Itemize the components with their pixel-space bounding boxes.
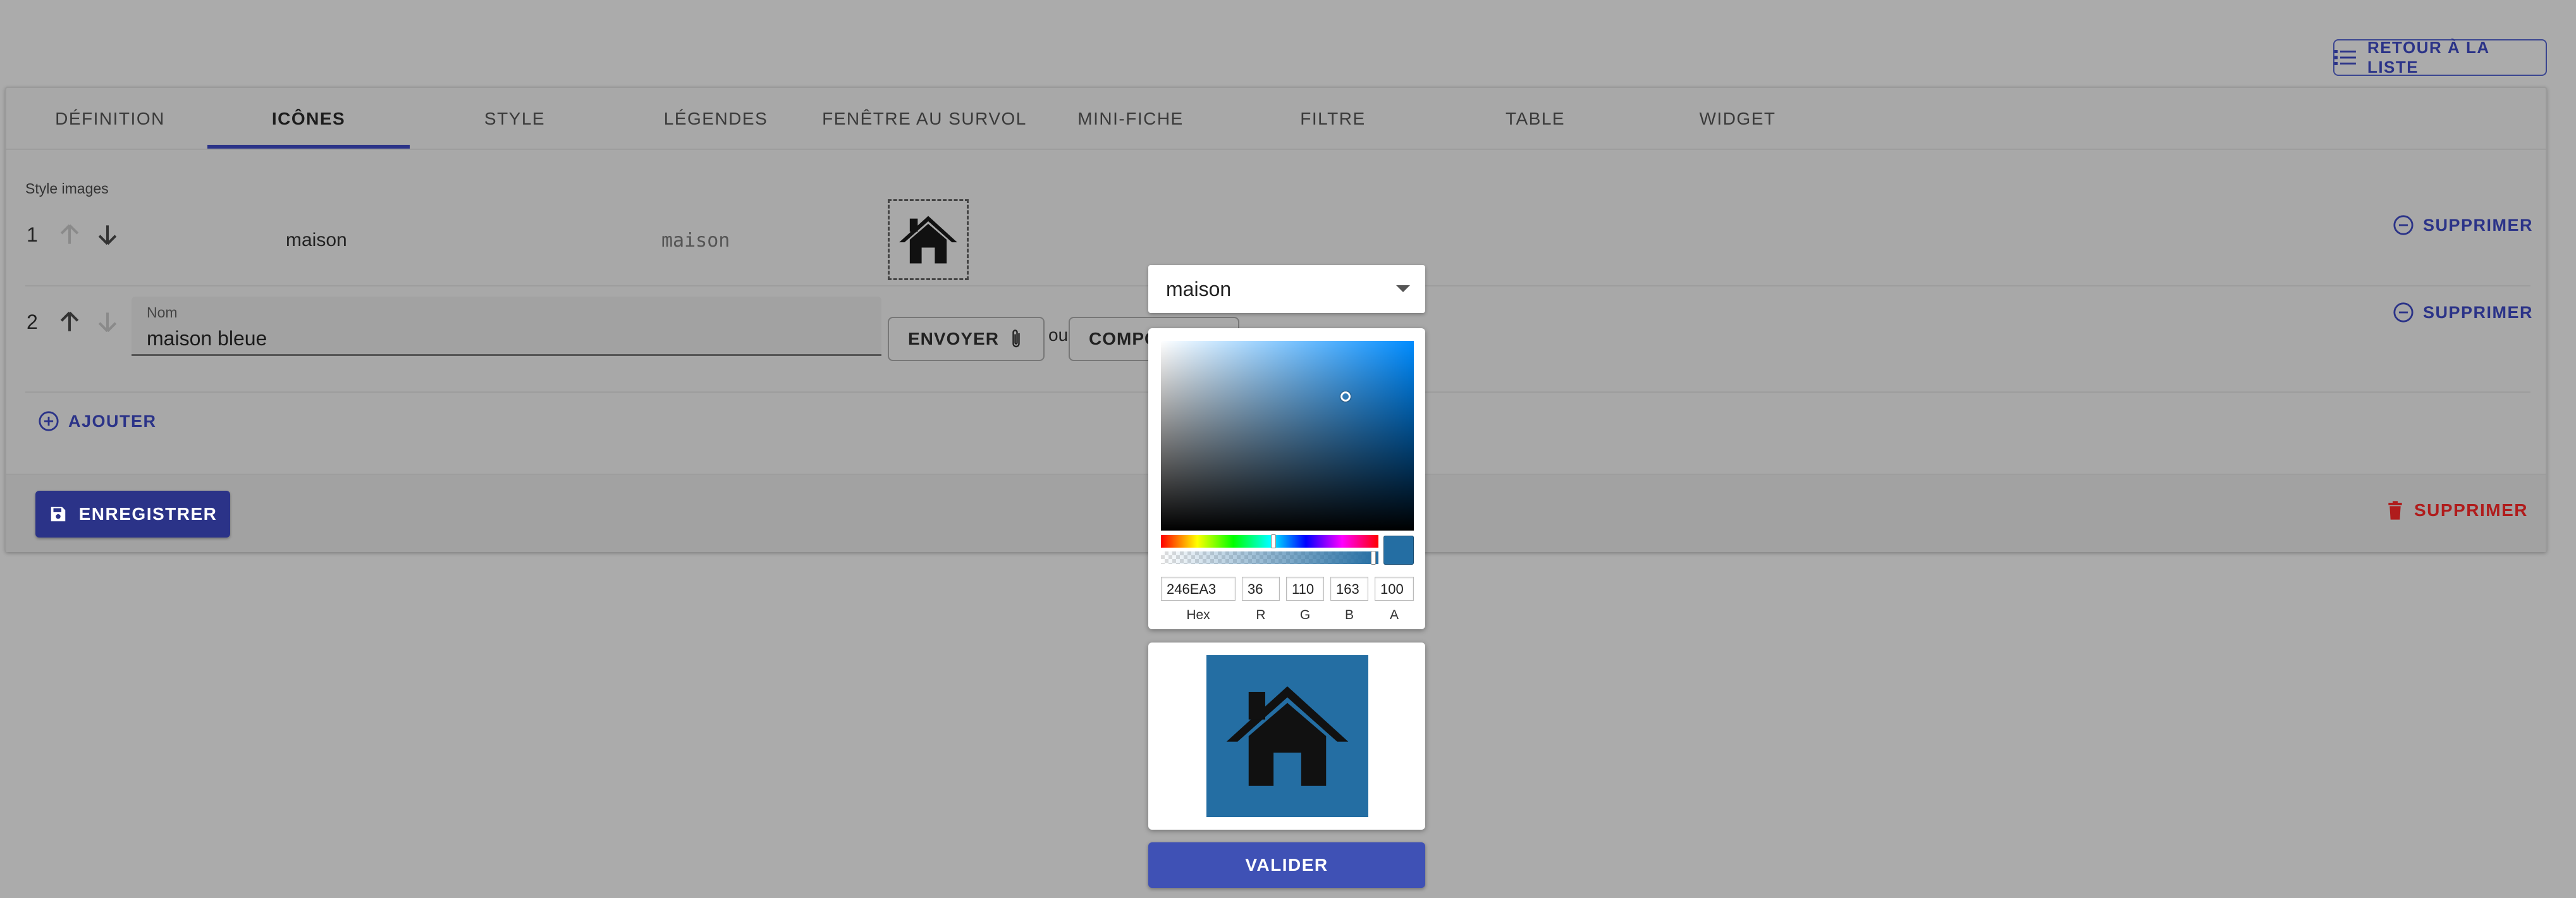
tab-widget[interactable]: WIDGET <box>1636 88 1839 150</box>
row-name: maison <box>286 230 347 250</box>
color-picker: 246EA3 36 110 163 100 Hex R G B A <box>1148 328 1425 629</box>
delete-layer-button[interactable]: SUPPRIMER <box>2386 500 2528 520</box>
minus-circle-icon <box>2393 302 2413 323</box>
paperclip-icon <box>1012 329 1020 348</box>
delete-layer-label: SUPPRIMER <box>2414 500 2528 520</box>
chevron-down-icon <box>1396 285 1410 292</box>
or-separator: ou <box>1048 325 1069 345</box>
b-label: B <box>1344 608 1354 622</box>
arrow-up-icon[interactable] <box>56 308 83 336</box>
alpha-handle[interactable] <box>1371 551 1376 565</box>
tab-style[interactable]: STYLE <box>414 88 616 150</box>
color-swatch <box>1383 536 1414 565</box>
back-to-list-label: RETOUR À LA LISTE <box>2367 38 2489 77</box>
hue-slider[interactable] <box>1161 535 1378 548</box>
alpha-slider[interactable] <box>1161 551 1378 564</box>
upload-button[interactable]: ENVOYER <box>888 317 1045 361</box>
arrow-down-icon[interactable] <box>94 221 121 249</box>
name-field[interactable]: Nom maison bleue <box>132 297 881 356</box>
g-label: G <box>1299 608 1311 622</box>
delete-row-button[interactable]: SUPPRIMER <box>2393 302 2533 323</box>
validate-button[interactable]: VALIDER <box>1148 842 1425 888</box>
icon-select-value: maison <box>1166 278 1232 300</box>
icon-select[interactable]: maison <box>1148 265 1425 313</box>
section-label: Style images <box>25 180 109 197</box>
tab-legendes[interactable]: LÉGENDES <box>615 88 817 150</box>
name-field-label: Nom <box>147 304 178 321</box>
colored-icon-preview <box>1206 655 1368 817</box>
delete-row-label: SUPPRIMER <box>2423 302 2534 322</box>
save-button[interactable]: ENREGISTRER <box>35 491 230 538</box>
save-label: ENREGISTRER <box>78 504 218 524</box>
arrow-down-icon <box>98 312 117 333</box>
house-icon <box>1226 686 1349 786</box>
tab-mini-fiche[interactable]: MINI-FICHE <box>1029 88 1232 150</box>
add-button[interactable]: AJOUTER <box>38 410 157 432</box>
tab-filtre[interactable]: FILTRE <box>1232 88 1434 150</box>
saturation-area[interactable] <box>1161 341 1414 531</box>
b-input[interactable]: 163 <box>1330 577 1368 601</box>
tab-table[interactable]: TABLE <box>1434 88 1636 150</box>
delete-row-button[interactable]: SUPPRIMER <box>2393 214 2533 236</box>
a-label: A <box>1389 608 1399 622</box>
r-label: R <box>1256 608 1266 622</box>
hue-handle[interactable] <box>1271 534 1276 548</box>
arrow-up-icon <box>60 224 79 244</box>
house-icon <box>899 216 957 264</box>
tab-bar: DÉFINITION ICÔNES STYLE LÉGENDES FENÊTRE… <box>6 88 2546 150</box>
trash-icon <box>2388 501 2402 520</box>
active-tab-indicator <box>207 145 410 149</box>
list-icon <box>2334 50 2356 65</box>
hex-label: Hex <box>1186 608 1210 622</box>
name-field-value[interactable]: maison bleue <box>147 327 267 350</box>
a-input[interactable]: 100 <box>1375 577 1414 601</box>
tab-fenetre-au-survol[interactable]: FENÊTRE AU SURVOL <box>817 88 1032 150</box>
row-index: 2 <box>27 311 38 333</box>
row-index: 1 <box>27 223 38 246</box>
icon-preview[interactable] <box>888 199 969 280</box>
minus-circle-icon <box>2393 215 2413 235</box>
plus-circle-icon <box>39 411 59 431</box>
row-code: maison <box>661 230 730 252</box>
back-to-list-button[interactable]: RETOUR À LA LISTE <box>2333 38 2547 77</box>
icon-preview-card <box>1148 643 1425 830</box>
upload-label: ENVOYER <box>908 329 999 348</box>
add-label: AJOUTER <box>68 411 157 431</box>
delete-row-label: SUPPRIMER <box>2423 215 2534 235</box>
tab-definition[interactable]: DÉFINITION <box>9 88 211 150</box>
saturation-handle[interactable] <box>1340 391 1351 402</box>
hex-input[interactable]: 246EA3 <box>1161 577 1236 601</box>
g-input[interactable]: 110 <box>1286 577 1324 601</box>
tab-icones[interactable]: ICÔNES <box>207 88 410 150</box>
r-input[interactable]: 36 <box>1242 577 1280 601</box>
floppy-icon <box>51 507 65 522</box>
